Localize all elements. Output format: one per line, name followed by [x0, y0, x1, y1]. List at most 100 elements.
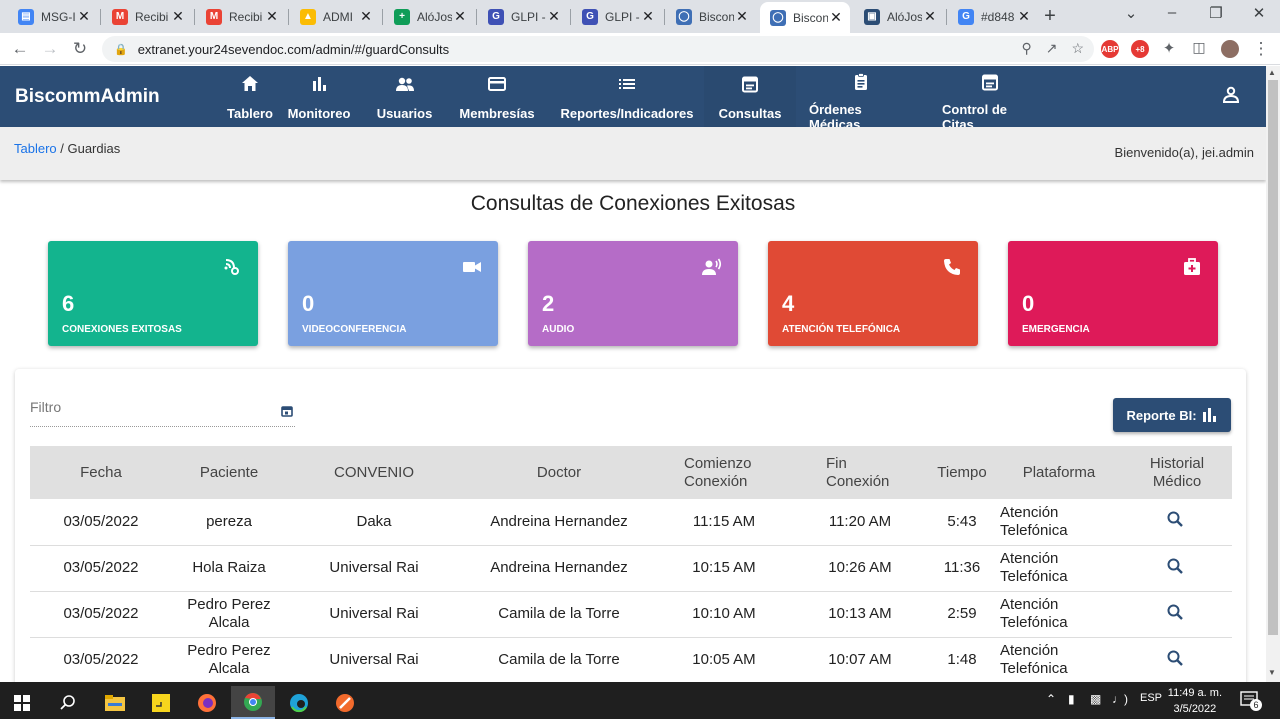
column-header[interactable]: Fecha	[30, 446, 172, 499]
credit-card-icon	[487, 72, 507, 96]
profile-avatar-icon[interactable]	[1221, 40, 1239, 58]
browser-tab[interactable]: ▤ MSG-I ✕	[8, 3, 98, 30]
filter-input[interactable]: Filtro	[30, 399, 295, 427]
close-tab-icon[interactable]: ✕	[734, 8, 750, 25]
column-header[interactable]: CONVENIO	[286, 446, 462, 499]
nav-item-usuarios[interactable]: Usuarios	[377, 66, 432, 127]
adblock-icon[interactable]: ABP	[1101, 40, 1119, 58]
browser-tab[interactable]: M Recibi ✕	[196, 3, 286, 30]
view-history-search-icon[interactable]	[1167, 650, 1183, 666]
table-cell: Atención Telefónica	[1000, 596, 1068, 631]
browser-tab[interactable]: G GLPI - ✕	[478, 3, 568, 30]
system-clock[interactable]: 11:49 a. m. 3/5/2022	[1168, 685, 1222, 717]
reload-icon[interactable]: ↻	[69, 39, 91, 59]
stat-card-value: 6	[62, 291, 75, 316]
share-icon[interactable]: ↗	[1046, 40, 1058, 57]
close-tab-icon[interactable]: ✕	[546, 8, 562, 25]
view-history-search-icon[interactable]	[1167, 604, 1183, 620]
browser-tab[interactable]: G #d848 ✕	[948, 3, 1038, 30]
nav-item-reportes-indicadores[interactable]: Reportes/Indicadores	[561, 66, 693, 127]
url-bar[interactable]: 🔒 extranet.your24sevendoc.com/admin/#/gu…	[102, 36, 1094, 62]
browser-tab[interactable]: ◯ Biscon ✕	[666, 3, 756, 30]
close-tab-icon[interactable]: ✕	[76, 8, 92, 25]
scroll-down-arrow-icon[interactable]: ▼	[1268, 668, 1276, 677]
report-bi-button[interactable]: Reporte BI:	[1113, 398, 1231, 432]
new-tab-icon[interactable]: +	[1040, 5, 1060, 28]
table-cell: Universal Rai	[329, 559, 419, 576]
table-cell: 10:15 AM	[692, 559, 756, 576]
brand-logo[interactable]: BiscommAdmin	[15, 86, 160, 108]
edge-icon[interactable]	[277, 686, 321, 719]
search-icon[interactable]	[46, 686, 90, 719]
close-window-icon[interactable]: ✕	[1244, 4, 1274, 22]
close-tab-icon[interactable]: ✕	[452, 8, 468, 25]
back-icon[interactable]: ←	[9, 39, 31, 59]
key-icon[interactable]: ⚲	[1021, 40, 1031, 57]
stat-card-conexiones-exitosas[interactable]: 6 CONEXIONES EXITOSAS	[48, 241, 258, 346]
close-tab-icon[interactable]: ✕	[170, 8, 186, 25]
scroll-up-arrow-icon[interactable]: ▲	[1268, 68, 1276, 77]
volume-icon[interactable]: ♩)	[1112, 692, 1128, 706]
medical-history-cell	[1122, 591, 1232, 637]
table-cell: 1:48	[947, 651, 977, 668]
close-tab-icon[interactable]: ✕	[358, 8, 374, 25]
close-tab-icon[interactable]: ✕	[1016, 8, 1032, 25]
nav-item-órdenes-médicas[interactable]: Órdenes Médicas	[809, 66, 913, 132]
browser-tab[interactable]: ▣ AlóJos ✕	[854, 3, 944, 30]
column-header[interactable]: Fin Conexión	[792, 446, 928, 499]
sidepanel-icon[interactable]: ◫	[1188, 39, 1210, 56]
maximize-icon[interactable]: ❐	[1201, 4, 1231, 22]
app-launcher-icon[interactable]	[323, 686, 367, 719]
nav-item-monitoreo[interactable]: Monitoreo	[288, 66, 350, 127]
calendar-icon	[980, 72, 1000, 92]
user-account-icon[interactable]	[1222, 86, 1240, 104]
browser-tab[interactable]: ▲ ADMI ✕	[290, 3, 380, 30]
column-header[interactable]: Doctor	[462, 446, 656, 499]
windows-start-icon[interactable]	[0, 686, 44, 719]
column-header[interactable]: Plataforma	[996, 446, 1122, 499]
forward-icon[interactable]: →	[39, 39, 61, 59]
chrome-icon[interactable]	[231, 686, 275, 719]
calendar-picker-icon[interactable]	[281, 405, 293, 417]
column-header[interactable]: Comienzo Conexión	[656, 446, 792, 499]
page-scrollbar[interactable]: ▲ ▼	[1266, 66, 1280, 682]
close-tab-icon[interactable]: ✕	[640, 8, 656, 25]
stat-card-emergencia[interactable]: 0 EMERGENCIA	[1008, 241, 1218, 346]
stat-card-audio[interactable]: 2 AUDIO	[528, 241, 738, 346]
language-indicator[interactable]: ESP	[1140, 692, 1162, 704]
notification-center-icon[interactable]: 6	[1240, 690, 1262, 711]
nav-item-membresías[interactable]: Membresías	[459, 66, 535, 127]
stat-card-atenci-n-telef-nica[interactable]: 4 ATENCIÓN TELEFÓNICA	[768, 241, 978, 346]
sticky-notes-icon[interactable]	[139, 686, 183, 719]
column-header[interactable]: Tiempo	[928, 446, 996, 499]
browser-tab[interactable]: ◯ Biscon ✕	[760, 2, 850, 33]
column-header[interactable]: Historial Médico	[1122, 446, 1232, 499]
extension-icon[interactable]: +8	[1131, 40, 1149, 58]
browser-tab[interactable]: + AlóJos ✕	[384, 3, 474, 30]
browser-tab[interactable]: M Recibi ✕	[102, 3, 192, 30]
table-cell: 03/05/2022	[63, 512, 139, 530]
stat-card-videoconferencia[interactable]: 0 VIDEOCONFERENCIA	[288, 241, 498, 346]
close-tab-icon[interactable]: ✕	[264, 8, 280, 25]
bookmark-star-icon[interactable]: ☆	[1071, 40, 1084, 57]
nav-item-tablero[interactable]: Tablero	[227, 66, 273, 127]
minimize-icon[interactable]: –	[1157, 4, 1187, 21]
breadcrumb-link-tablero[interactable]: Tablero	[14, 141, 57, 156]
menu-kebab-icon[interactable]: ⋮	[1250, 39, 1272, 59]
file-explorer-icon[interactable]	[93, 686, 137, 719]
close-tab-icon[interactable]: ✕	[828, 9, 844, 26]
nav-item-consultas[interactable]: Consultas	[704, 66, 796, 127]
nav-item-control-de-citas[interactable]: Control de Citas	[942, 66, 1038, 132]
close-tab-icon[interactable]: ✕	[922, 8, 938, 25]
puzzle-icon[interactable]: ✦	[1158, 39, 1180, 57]
tab-search-icon[interactable]: ⌄	[1116, 4, 1146, 22]
view-history-search-icon[interactable]	[1167, 511, 1183, 528]
column-header[interactable]: Paciente	[172, 446, 286, 499]
firefox-icon[interactable]	[185, 686, 229, 719]
scrollbar-thumb[interactable]	[1268, 80, 1278, 635]
browser-tab[interactable]: G GLPI - ✕	[572, 3, 662, 30]
battery-icon[interactable]: ▮	[1068, 692, 1075, 706]
view-history-search-icon[interactable]	[1167, 558, 1183, 574]
network-icon[interactable]: ▩	[1090, 692, 1101, 706]
chevron-up-icon[interactable]: ⌃	[1046, 692, 1056, 706]
